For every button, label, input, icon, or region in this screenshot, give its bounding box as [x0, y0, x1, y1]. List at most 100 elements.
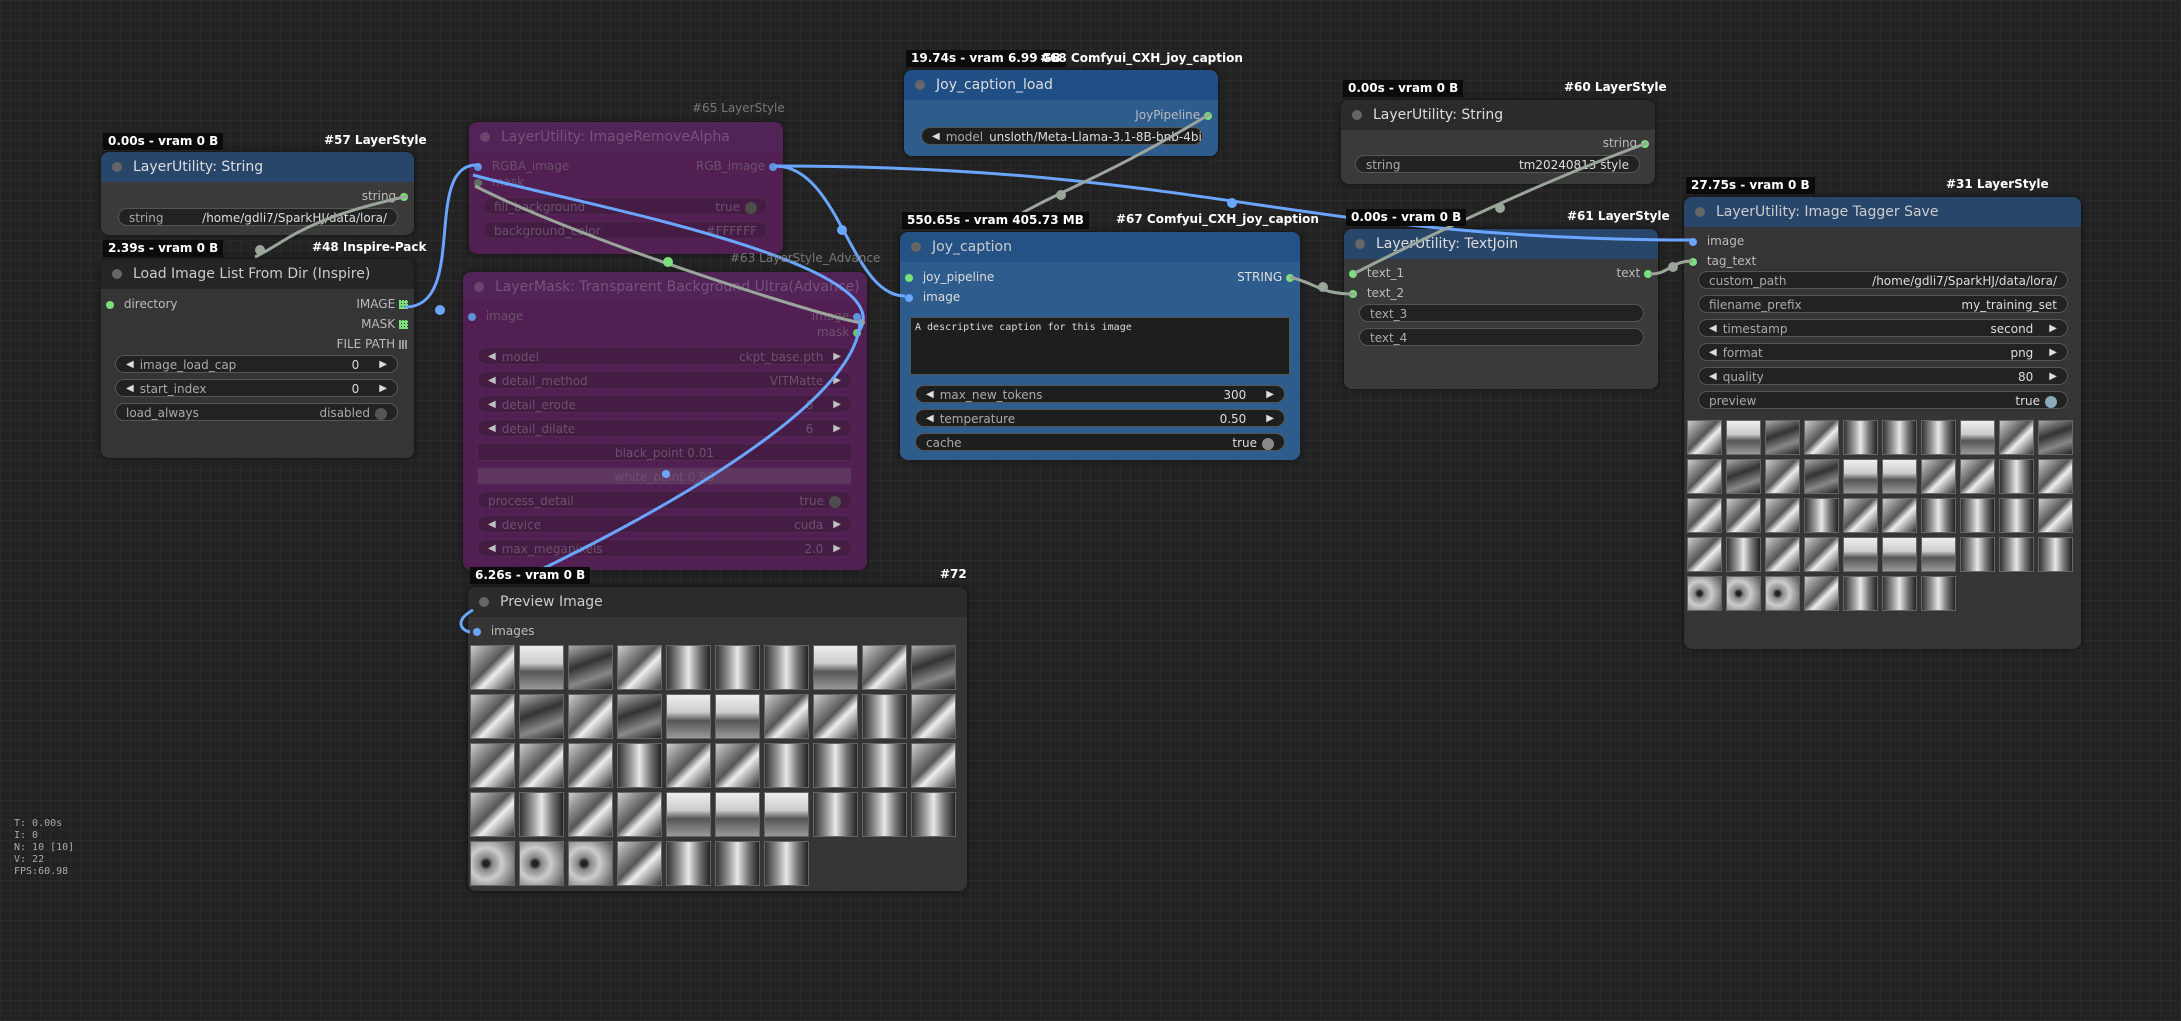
input-pin-icon[interactable] — [905, 273, 913, 282]
output-mask[interactable]: mask — [817, 324, 861, 340]
node-text-join[interactable]: LayerUtility: TextJoin text_1 text_2 tex… — [1344, 229, 1658, 389]
image-thumbnail[interactable] — [617, 694, 662, 739]
image-thumbnail[interactable] — [764, 645, 809, 690]
input-tag-text[interactable]: tag_text — [1689, 253, 1756, 269]
image-thumbnail[interactable] — [1687, 420, 1722, 455]
image-thumbnail[interactable] — [764, 792, 809, 837]
image-thumbnail[interactable] — [1765, 420, 1800, 455]
arrow-left-icon[interactable]: ◀ — [488, 516, 496, 532]
detail-method-combo[interactable]: ◀ detail_method VITMatte ▶ — [477, 371, 852, 389]
model-combo[interactable]: ◀ model ckpt_base.pth ▶ — [477, 347, 852, 365]
image-thumbnail[interactable] — [1960, 420, 1995, 455]
arrow-right-icon[interactable]: ▶ — [379, 380, 387, 396]
image-thumbnail[interactable] — [715, 841, 760, 886]
input-images[interactable]: images — [473, 623, 534, 639]
image-thumbnail[interactable] — [1960, 498, 1995, 533]
collapse-dot-icon[interactable] — [1695, 207, 1705, 217]
image-thumbnail[interactable] — [1843, 459, 1878, 494]
image-thumbnail[interactable] — [1882, 498, 1917, 533]
output-joypipeline[interactable]: JoyPipeline — [1135, 107, 1212, 123]
prompt-textarea[interactable]: A descriptive caption for this image — [910, 317, 1290, 375]
image-thumbnail[interactable] — [568, 645, 613, 690]
image-thumbnail[interactable] — [568, 694, 613, 739]
string-input[interactable]: string tm20240813 style — [1355, 155, 1640, 173]
collapse-dot-icon[interactable] — [112, 269, 122, 279]
output-string[interactable]: STRING — [1237, 269, 1294, 285]
arrow-right-icon[interactable]: ▶ — [833, 396, 841, 412]
image-thumbnail[interactable] — [1687, 576, 1722, 611]
output-pin-icon[interactable] — [1286, 273, 1294, 282]
collapse-dot-icon[interactable] — [112, 162, 122, 172]
image-thumbnail[interactable] — [470, 743, 515, 788]
preview-toggle[interactable]: preview true — [1698, 391, 2068, 409]
input-pin-icon[interactable] — [1689, 237, 1697, 246]
arrow-right-icon[interactable]: ▶ — [1266, 410, 1274, 426]
output-pin-icon[interactable] — [769, 162, 777, 171]
image-thumbnail[interactable] — [1726, 576, 1761, 611]
image-thumbnail[interactable] — [519, 645, 564, 690]
output-mask[interactable]: MASK — [361, 316, 408, 332]
device-combo[interactable]: ◀ device cuda ▶ — [477, 515, 852, 533]
node-image-tagger-save[interactable]: LayerUtility: Image Tagger Save image ta… — [1684, 197, 2081, 649]
toggle-knob-icon[interactable] — [1262, 437, 1274, 450]
text-3-input[interactable]: text_3 — [1359, 304, 1644, 322]
image-thumbnail[interactable] — [1804, 420, 1839, 455]
collapse-dot-icon[interactable] — [1355, 239, 1365, 249]
output-rgb-image[interactable]: RGB_image — [696, 158, 777, 174]
input-joy-pipeline[interactable]: joy_pipeline — [905, 269, 994, 285]
arrow-right-icon[interactable]: ▶ — [833, 420, 841, 436]
image-thumbnail[interactable] — [470, 792, 515, 837]
input-pin-icon[interactable] — [1349, 269, 1357, 278]
toggle-knob-icon[interactable] — [2045, 395, 2057, 408]
image-thumbnail[interactable] — [1765, 498, 1800, 533]
image-thumbnail[interactable] — [470, 841, 515, 886]
output-string[interactable]: string — [362, 188, 408, 204]
output-pin-icon[interactable] — [1641, 139, 1649, 148]
arrow-left-icon[interactable]: ◀ — [1709, 344, 1717, 360]
image-thumbnail[interactable] — [568, 841, 613, 886]
input-pin-icon[interactable] — [473, 627, 481, 636]
arrow-left-icon[interactable]: ◀ — [1709, 320, 1717, 336]
arrow-right-icon[interactable]: ▶ — [2049, 344, 2057, 360]
image-thumbnail[interactable] — [715, 792, 760, 837]
image-thumbnail[interactable] — [1687, 498, 1722, 533]
node-string-57[interactable]: LayerUtility: String string string /home… — [101, 152, 414, 235]
arrow-left-icon[interactable]: ◀ — [126, 356, 134, 372]
output-pin-icon[interactable] — [400, 192, 408, 201]
output-file-path[interactable]: FILE PATH — [337, 336, 408, 352]
image-thumbnail[interactable] — [1843, 420, 1878, 455]
output-grid-pin-icon[interactable] — [399, 300, 408, 309]
image-thumbnail[interactable] — [1921, 498, 1956, 533]
image-thumbnail[interactable] — [1765, 576, 1800, 611]
image-thumbnail[interactable] — [1843, 576, 1878, 611]
node-transparent-background[interactable]: LayerMask: Transparent Background Ultra(… — [463, 272, 867, 570]
toggle-knob-icon[interactable] — [745, 201, 757, 214]
image-thumbnail[interactable] — [911, 694, 956, 739]
filename-prefix-input[interactable]: filename_prefix my_training_set — [1698, 295, 2068, 313]
image-thumbnail[interactable] — [1921, 420, 1956, 455]
image-thumbnail[interactable] — [568, 743, 613, 788]
arrow-right-icon[interactable]: ▶ — [2049, 368, 2057, 384]
image-thumbnail[interactable] — [1843, 498, 1878, 533]
load-always-toggle[interactable]: load_always disabled — [115, 403, 398, 421]
arrow-right-icon[interactable]: ▶ — [833, 516, 841, 532]
image-thumbnail[interactable] — [1804, 576, 1839, 611]
image-thumbnail[interactable] — [813, 645, 858, 690]
arrow-left-icon[interactable]: ◀ — [488, 420, 496, 436]
arrow-left-icon[interactable]: ◀ — [926, 410, 934, 426]
image-thumbnail[interactable] — [519, 694, 564, 739]
image-thumbnail[interactable] — [2038, 459, 2073, 494]
image-thumbnail[interactable] — [1921, 576, 1956, 611]
image-thumbnail[interactable] — [764, 841, 809, 886]
input-image[interactable]: image — [905, 289, 960, 305]
image-thumbnail[interactable] — [1843, 537, 1878, 572]
arrow-left-icon[interactable]: ◀ — [932, 128, 940, 144]
arrow-left-icon[interactable]: ◀ — [488, 372, 496, 388]
image-thumbnail[interactable] — [519, 841, 564, 886]
image-thumbnail[interactable] — [862, 743, 907, 788]
max-megapixels-widget[interactable]: ◀ max_megapixels 2.0 ▶ — [477, 539, 852, 557]
image-thumbnail[interactable] — [2038, 537, 2073, 572]
arrow-left-icon[interactable]: ◀ — [488, 396, 496, 412]
node-image-remove-alpha[interactable]: LayerUtility: ImageRemoveAlpha RGBA_imag… — [469, 122, 783, 254]
arrow-right-icon[interactable]: ▶ — [833, 540, 841, 556]
